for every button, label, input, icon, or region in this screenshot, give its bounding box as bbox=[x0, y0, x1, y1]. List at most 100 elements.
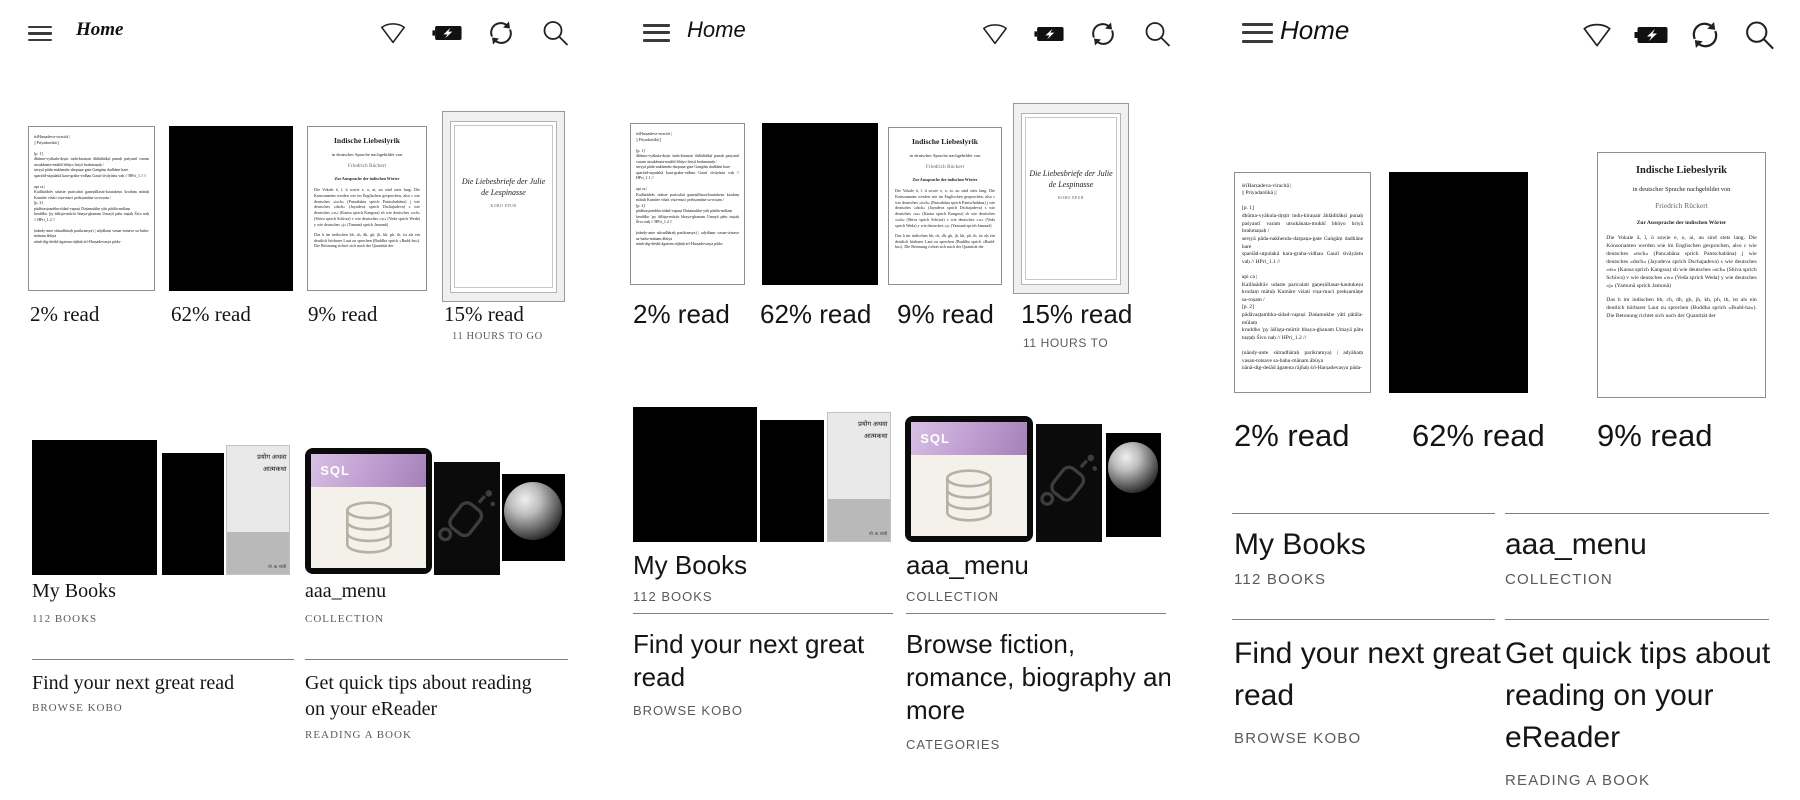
book-progress: 15% read bbox=[444, 302, 524, 326]
search-icon[interactable] bbox=[1142, 19, 1170, 49]
book-cover-lespinasse[interactable]: Die Liebesbriefe der Julie de Lespinasse… bbox=[442, 111, 565, 302]
tile-browse-categories[interactable]: Browse fiction, romance, biography and m… bbox=[906, 628, 1170, 727]
tile-browse-kobo-subtitle: BROWSE KOBO bbox=[32, 702, 123, 714]
sql-cover-header: SQL bbox=[911, 422, 1027, 456]
tile-browse-kobo-subtitle: BROWSE KOBO bbox=[1234, 730, 1362, 747]
stack-cover[interactable] bbox=[633, 407, 757, 542]
tile-my-books-subtitle: 112 BOOKS bbox=[633, 589, 713, 604]
book-progress: 15% read bbox=[1021, 299, 1133, 329]
book-cover-black-1[interactable] bbox=[169, 126, 293, 291]
tile-my-books[interactable]: My Books bbox=[1234, 524, 1366, 566]
battery-charging-icon bbox=[432, 25, 462, 41]
wifi-icon bbox=[1583, 23, 1611, 47]
tile-reading-tips[interactable]: Get quick tips about reading on your eRe… bbox=[1505, 633, 1800, 759]
database-icon bbox=[946, 468, 992, 522]
sql-cover-header: SQL bbox=[311, 454, 426, 488]
status-icons bbox=[1580, 18, 1776, 52]
book-progress: 2% read bbox=[1234, 418, 1350, 453]
stack-cover-sql[interactable]: SQL bbox=[305, 448, 432, 574]
cover-author: Friedrich Rückert bbox=[1655, 201, 1708, 211]
tile-aaa-menu[interactable]: aaa_menu bbox=[1505, 524, 1647, 566]
tile-my-books-subtitle: 112 BOOKS bbox=[32, 613, 98, 625]
sql-cover-body bbox=[311, 487, 426, 568]
battery-charging-icon bbox=[1034, 26, 1064, 42]
stack-cover[interactable] bbox=[760, 420, 824, 542]
tile-browse-kobo[interactable]: Find your next great read bbox=[32, 670, 292, 696]
cover-body-text: Die Vokale ā, ī, ū sowie e, o, ai, au si… bbox=[314, 187, 420, 227]
cover-subtitle: in deutscher Sprache nachgebildet von bbox=[909, 153, 981, 158]
bell-icon bbox=[438, 490, 496, 542]
cover-author: Friedrich Rückert bbox=[925, 164, 965, 170]
book-cover-priyadarsika[interactable]: śrīHarṣadeva-viracitā | || Priyadarśikā … bbox=[630, 123, 745, 285]
book-cover-lespinasse[interactable]: Die Liebesbriefe der Julie de Lespinasse… bbox=[1013, 103, 1129, 294]
divider bbox=[906, 613, 1166, 614]
stack-cover[interactable] bbox=[162, 453, 224, 575]
book-cover-indische-liebeslyrik[interactable]: Indische Liebeslyrik in deutscher Sprach… bbox=[1597, 152, 1766, 398]
tile-aaa-menu-subtitle: COLLECTION bbox=[305, 613, 385, 625]
divider bbox=[633, 613, 893, 614]
cover-title: Indische Liebeslyrik bbox=[333, 136, 401, 145]
cover-body-text: Das h im indischen bh, ch, dh, gh, jh, k… bbox=[1606, 296, 1757, 320]
sync-icon[interactable] bbox=[1688, 18, 1722, 52]
database-icon bbox=[345, 500, 392, 554]
cover-title: Die Liebesbriefe der Julie de Lespinasse bbox=[461, 177, 546, 198]
divider bbox=[1232, 619, 1495, 620]
stack-cover-gandhi[interactable]: प्रयोग अथवा आत्मकथा मो. क. गांधी bbox=[827, 412, 891, 542]
sphere-image bbox=[503, 481, 562, 540]
cover-body-text: Das h im indischen bh, ch, dh, gh, jh, k… bbox=[314, 231, 420, 249]
page-title: Home bbox=[76, 19, 124, 40]
book-cover-indische-liebeslyrik[interactable]: Indische Liebeslyrik in deutscher Sprach… bbox=[307, 126, 427, 291]
divider bbox=[1505, 513, 1769, 514]
wifi-icon bbox=[381, 23, 405, 44]
book-progress: 9% read bbox=[1597, 418, 1713, 453]
menu-button[interactable] bbox=[1242, 23, 1273, 48]
tile-my-books[interactable]: My Books bbox=[32, 578, 116, 604]
book-progress: 2% read bbox=[633, 299, 730, 329]
stack-cover-bell[interactable] bbox=[434, 462, 500, 575]
stack-cover-gandhi[interactable]: प्रयोग अथवा आत्मकथा मो. क. गांधी bbox=[226, 445, 290, 575]
cover-subtitle: KOBO EPUB bbox=[490, 203, 517, 208]
cover-subtitle: KOBO EPUB bbox=[1058, 195, 1084, 200]
sphere-image bbox=[1107, 442, 1159, 493]
divider bbox=[32, 659, 294, 660]
book-progress: 62% read bbox=[760, 299, 872, 329]
tile-my-books-subtitle: 112 BOOKS bbox=[1234, 571, 1327, 588]
cover-title: प्रयोग अथवा आत्मकथा bbox=[257, 454, 287, 473]
stack-cover[interactable] bbox=[32, 440, 157, 575]
stack-cover-eye[interactable] bbox=[1106, 433, 1161, 537]
stack-cover-bell[interactable] bbox=[1036, 424, 1102, 542]
stack-cover-sql[interactable]: SQL bbox=[905, 416, 1033, 542]
sync-icon[interactable] bbox=[1088, 19, 1118, 49]
status-icons bbox=[378, 18, 570, 48]
tile-my-books[interactable]: My Books bbox=[633, 549, 747, 582]
page-title: Home bbox=[687, 17, 746, 42]
tile-browse-kobo[interactable]: Find your next great read bbox=[1234, 633, 1519, 717]
menu-button[interactable] bbox=[28, 26, 52, 45]
stack-cover-eye[interactable] bbox=[502, 474, 565, 561]
status-icons bbox=[980, 19, 1170, 49]
cover-section-heading: Zur Aussprache der indischen Wörter bbox=[334, 176, 400, 181]
wifi-icon bbox=[983, 24, 1007, 45]
book-cover-priyadarsika[interactable]: śrīHarṣadeva-viracitā | || Priyadarśikā … bbox=[28, 126, 155, 291]
book-cover-black-1[interactable] bbox=[762, 123, 878, 285]
divider bbox=[305, 659, 568, 660]
cover-title: Indische Liebeslyrik bbox=[911, 137, 979, 146]
tile-aaa-menu[interactable]: aaa_menu bbox=[305, 578, 386, 604]
sync-icon[interactable] bbox=[486, 18, 516, 48]
menu-button[interactable] bbox=[643, 24, 670, 46]
cover-body-text: Das h im indischen bh, ch, dh, gh, jh, k… bbox=[895, 232, 995, 250]
book-cover-black-1[interactable] bbox=[1389, 172, 1528, 393]
cover-title: Die Liebesbriefe der Julie de Lespinasse bbox=[1029, 169, 1113, 190]
time-remaining: 11 HOURS TO bbox=[1023, 336, 1109, 350]
book-cover-priyadarsika[interactable]: śrīHarṣadeva-viracitā | || Priyadarśikā … bbox=[1234, 172, 1371, 393]
tile-browse-kobo[interactable]: Find your next great read bbox=[633, 628, 883, 694]
divider bbox=[1232, 513, 1495, 514]
bell-icon bbox=[1040, 454, 1098, 506]
book-cover-indische-liebeslyrik[interactable]: Indische Liebeslyrik in deutscher Sprach… bbox=[888, 127, 1002, 285]
search-icon[interactable] bbox=[1742, 18, 1776, 52]
search-icon[interactable] bbox=[540, 18, 570, 48]
cover-body-text: Die Vokale ā, ī, ū sowie e, o, ai, au si… bbox=[895, 188, 995, 228]
book-progress: 9% read bbox=[897, 299, 994, 329]
tile-aaa-menu[interactable]: aaa_menu bbox=[906, 549, 1029, 582]
tile-reading-tips[interactable]: Get quick tips about reading on your eRe… bbox=[305, 670, 545, 722]
